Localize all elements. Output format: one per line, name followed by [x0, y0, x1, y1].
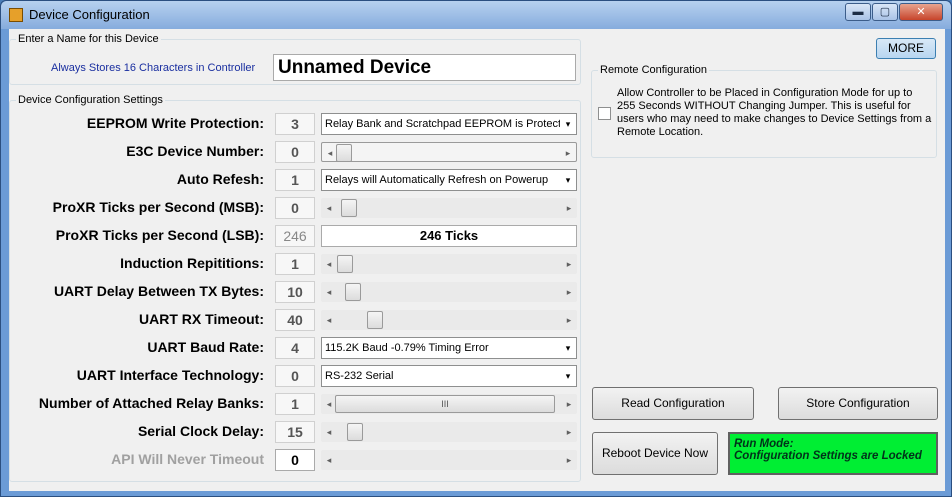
scroll-right-icon[interactable]: ▸	[561, 394, 577, 414]
setting-slider[interactable]: ◂ ▸	[321, 254, 577, 274]
slider-thumb[interactable]: III	[335, 395, 555, 413]
chevron-down-icon[interactable]: ▾	[560, 366, 576, 386]
settings-group: Device Configuration Settings EEPROM Wri…	[9, 94, 581, 482]
remote-config-description: Allow Controller to be Placed in Configu…	[617, 87, 932, 138]
setting-dropdown[interactable]: Relays will Automatically Refresh on Pow…	[321, 169, 577, 191]
setting-label: Number of Attached Relay Banks:	[38, 395, 264, 411]
setting-slider[interactable]: ◂ ▸	[321, 310, 577, 330]
setting-value-box[interactable]: 0	[275, 141, 315, 163]
scroll-left-icon[interactable]: ◂	[321, 254, 337, 274]
store-configuration-button[interactable]: Store Configuration	[778, 387, 938, 420]
setting-slider[interactable]: ◂ ▸	[321, 282, 577, 302]
setting-dropdown[interactable]: RS-232 Serial ▾	[321, 365, 577, 387]
dropdown-selected-text: Relay Bank and Scratchpad EEPROM is Prot…	[325, 118, 568, 130]
scroll-right-icon[interactable]: ▸	[561, 450, 577, 470]
ticks-display: 246 Ticks	[321, 225, 577, 247]
setting-value-box[interactable]: 246	[275, 225, 315, 247]
client-area: Enter a Name for this Device Always Stor…	[9, 29, 945, 491]
setting-label: Induction Repititions:	[120, 255, 264, 271]
setting-value-box[interactable]: 15	[275, 421, 315, 443]
reboot-device-button[interactable]: Reboot Device Now	[592, 432, 718, 475]
scroll-left-icon[interactable]: ◂	[321, 282, 337, 302]
setting-slider[interactable]: ◂ ▸	[321, 198, 577, 218]
remote-config-title: Remote Configuration	[598, 64, 710, 76]
device-configuration-window: Device Configuration ▬ ▢ ✕ Enter a Name …	[0, 0, 952, 497]
remote-config-group: Remote Configuration Allow Controller to…	[591, 64, 937, 158]
slider-thumb[interactable]	[345, 283, 361, 301]
scroll-right-icon[interactable]: ▸	[561, 198, 577, 218]
setting-value-box[interactable]: 1	[275, 169, 315, 191]
device-name-group-title: Enter a Name for this Device	[16, 33, 161, 45]
read-configuration-button[interactable]: Read Configuration	[592, 387, 754, 420]
setting-slider[interactable]: ◂ ▸	[321, 142, 577, 162]
app-icon	[9, 8, 23, 22]
close-button[interactable]: ✕	[899, 3, 943, 21]
setting-slider[interactable]: ◂ ▸	[321, 450, 577, 470]
scroll-right-icon[interactable]: ▸	[561, 310, 577, 330]
dropdown-selected-text: RS-232 Serial	[325, 370, 394, 382]
setting-value-box[interactable]: 0	[275, 365, 315, 387]
setting-label: E3C Device Number:	[126, 143, 264, 159]
setting-label: ProXR Ticks per Second (LSB):	[55, 227, 264, 243]
setting-label: UART RX Timeout:	[139, 311, 264, 327]
window-title: Device Configuration	[29, 7, 150, 22]
slider-thumb[interactable]	[341, 199, 357, 217]
setting-label: UART Baud Rate:	[147, 339, 264, 355]
status-line-1: Run Mode:	[734, 438, 794, 450]
scroll-left-icon[interactable]: ◂	[321, 310, 337, 330]
scroll-left-icon[interactable]: ◂	[321, 422, 337, 442]
setting-value-box[interactable]: 40	[275, 309, 315, 331]
remote-config-checkbox[interactable]	[598, 107, 611, 120]
scroll-left-icon[interactable]: ◂	[321, 450, 337, 470]
scroll-right-icon[interactable]: ▸	[561, 422, 577, 442]
slider-thumb[interactable]	[367, 311, 383, 329]
setting-slider[interactable]: ◂ ▸	[321, 422, 577, 442]
setting-value-box[interactable]: 1	[275, 253, 315, 275]
scroll-right-icon[interactable]: ▸	[560, 143, 576, 163]
device-name-group: Enter a Name for this Device Always Stor…	[9, 33, 581, 85]
setting-label: Auto Refesh:	[176, 171, 264, 187]
setting-dropdown[interactable]: Relay Bank and Scratchpad EEPROM is Prot…	[321, 113, 577, 135]
setting-value-box[interactable]: 1	[275, 393, 315, 415]
chevron-down-icon[interactable]: ▾	[560, 114, 576, 134]
slider-thumb[interactable]	[336, 144, 352, 162]
setting-label: UART Delay Between TX Bytes:	[53, 283, 264, 299]
setting-label: API Will Never Timeout	[111, 451, 264, 467]
setting-value-box[interactable]: 4	[275, 337, 315, 359]
setting-value-box[interactable]: 3	[275, 113, 315, 135]
dropdown-selected-text: Relays will Automatically Refresh on Pow…	[325, 174, 549, 186]
chevron-down-icon[interactable]: ▾	[560, 338, 576, 358]
setting-value-box[interactable]: 0	[275, 197, 315, 219]
slider-thumb[interactable]	[337, 255, 353, 273]
maximize-button[interactable]: ▢	[872, 3, 898, 21]
status-line-2: Configuration Settings are Locked	[734, 450, 922, 462]
dropdown-selected-text: 115.2K Baud -0.79% Timing Error	[325, 342, 489, 354]
scroll-left-icon[interactable]: ◂	[321, 198, 337, 218]
settings-group-title: Device Configuration Settings	[16, 94, 165, 106]
more-button[interactable]: MORE	[876, 38, 936, 59]
setting-label: Serial Clock Delay:	[137, 423, 264, 439]
run-mode-status: Run Mode: Configuration Settings are Loc…	[728, 432, 938, 475]
device-name-input[interactable]: Unnamed Device	[273, 54, 576, 81]
setting-value-box[interactable]: 0	[275, 449, 315, 471]
name-hint: Always Stores 16 Characters in Controlle…	[51, 62, 256, 74]
minimize-button[interactable]: ▬	[845, 3, 871, 21]
slider-thumb[interactable]	[347, 423, 363, 441]
title-bar[interactable]: Device Configuration ▬ ▢ ✕	[1, 1, 951, 29]
setting-slider[interactable]: ◂ ▸ III	[321, 394, 577, 414]
scroll-right-icon[interactable]: ▸	[561, 282, 577, 302]
setting-value-box[interactable]: 10	[275, 281, 315, 303]
setting-label: ProXR Ticks per Second (MSB):	[52, 199, 264, 215]
setting-label: EEPROM Write Protection:	[86, 115, 264, 131]
setting-dropdown[interactable]: 115.2K Baud -0.79% Timing Error ▾	[321, 337, 577, 359]
setting-label: UART Interface Technology:	[76, 367, 264, 383]
scroll-right-icon[interactable]: ▸	[561, 254, 577, 274]
chevron-down-icon[interactable]: ▾	[560, 170, 576, 190]
